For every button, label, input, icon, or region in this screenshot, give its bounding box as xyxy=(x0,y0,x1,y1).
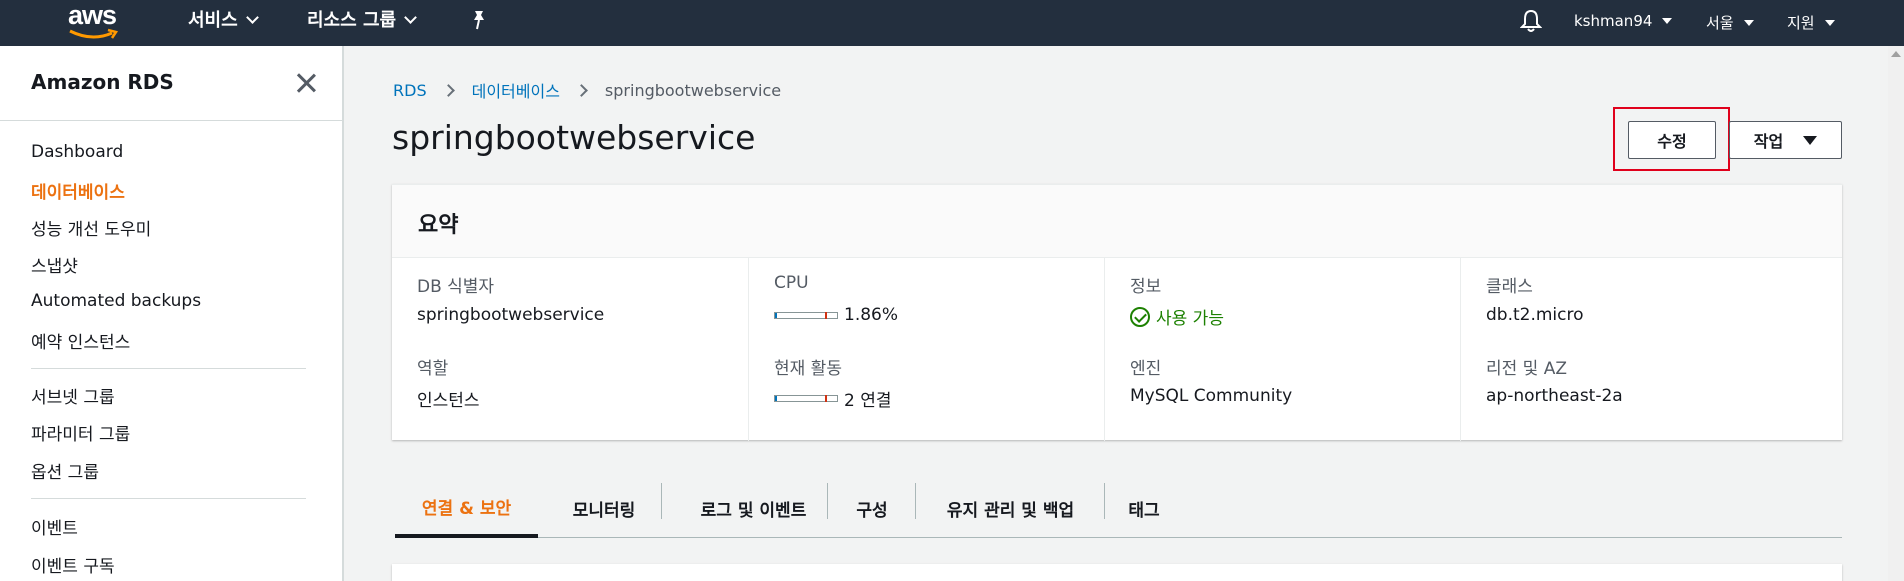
chevron-right-icon xyxy=(575,83,588,97)
tab-divider xyxy=(661,483,662,519)
summary-column-class: 클래스 db.t2.micro 리전 및 AZ ap-northeast-2a xyxy=(1460,258,1816,441)
tab-divider xyxy=(827,483,828,519)
sidebar: Amazon RDS Dashboard 데이터베이스 성능 개선 도우미 스냅… xyxy=(0,46,344,581)
summary-column-identity: DB 식별자 springbootwebservice 역할 인스턴스 xyxy=(392,258,748,441)
divider xyxy=(0,120,342,121)
chevron-right-icon xyxy=(441,83,455,97)
tab-logs-events[interactable]: 로그 및 이벤트 xyxy=(671,478,836,538)
services-menu[interactable]: 서비스 xyxy=(188,6,259,32)
divider xyxy=(31,368,306,369)
check-circle-icon xyxy=(1130,306,1150,327)
sidebar-item-dashboard[interactable]: Dashboard xyxy=(31,142,123,162)
sidebar-item-reserved-instances[interactable]: 예약 인스턴스 xyxy=(31,328,130,353)
scrollbar[interactable] xyxy=(1888,46,1904,581)
breadcrumb: RDS 데이터베이스 springbootwebservice xyxy=(393,78,781,102)
engine-label: 엔진 xyxy=(1130,359,1162,379)
engine-value: MySQL Community xyxy=(1130,386,1293,406)
summary-column-cpu: CPU 1.86% 현재 활동 2 연결 xyxy=(748,258,1104,441)
breadcrumb-rds[interactable]: RDS xyxy=(393,81,427,100)
activity-metric: 2 연결 xyxy=(774,386,892,411)
modify-button[interactable]: 수정 xyxy=(1628,121,1716,159)
scroll-up-icon[interactable] xyxy=(1891,51,1901,57)
sidebar-item-databases[interactable]: 데이터베이스 xyxy=(31,178,125,203)
services-label: 서비스 xyxy=(188,10,238,31)
activity-meter xyxy=(774,395,838,402)
divider xyxy=(31,498,306,499)
cpu-metric: 1.86% xyxy=(774,305,898,325)
modify-label: 수정 xyxy=(1657,132,1687,151)
sidebar-item-event-subscriptions[interactable]: 이벤트 구독 xyxy=(31,552,115,577)
cpu-value: 1.86% xyxy=(844,305,899,325)
current-activity-label: 현재 활동 xyxy=(774,359,842,379)
summary-column-status: 정보 사용 가능 엔진 MySQL Community xyxy=(1104,258,1460,441)
actions-label: 작업 xyxy=(1753,132,1784,151)
cpu-meter-threshold xyxy=(825,311,827,319)
status-value: 사용 가능 xyxy=(1156,309,1224,329)
top-navigation: aws 서비스 리소스 그룹 kshman94 서울 지원 xyxy=(0,0,1904,46)
user-menu[interactable]: kshman94 xyxy=(1574,12,1673,30)
cpu-label: CPU xyxy=(774,273,809,293)
tab-configuration[interactable]: 구성 xyxy=(828,478,916,538)
support-label: 지원 xyxy=(1787,14,1815,32)
sidebar-item-events[interactable]: 이벤트 xyxy=(31,514,78,539)
sidebar-item-performance-insights[interactable]: 성능 개선 도우미 xyxy=(31,215,151,240)
caret-down-icon xyxy=(1743,19,1754,26)
summary-card: 요약 DB 식별자 springbootwebservice 역할 인스턴스 C… xyxy=(392,184,1842,441)
db-identifier-label: DB 식별자 xyxy=(417,277,495,297)
tab-connectivity-security[interactable]: 연결 & 보안 xyxy=(395,478,538,538)
tab-maintenance-backups[interactable]: 유지 관리 및 백업 xyxy=(916,478,1105,538)
caret-down-icon xyxy=(1662,18,1673,24)
activity-meter-fill xyxy=(775,396,777,401)
connectivity-panel xyxy=(392,564,1842,581)
pin-icon[interactable] xyxy=(470,10,488,30)
summary-header: 요약 xyxy=(392,185,1842,258)
activity-meter-threshold xyxy=(825,395,827,402)
close-icon[interactable] xyxy=(295,72,317,94)
sidebar-title: Amazon RDS xyxy=(31,70,174,94)
resource-groups-label: 리소스 그룹 xyxy=(307,10,397,31)
cpu-meter-fill xyxy=(775,312,777,318)
region-az-label: 리전 및 AZ xyxy=(1486,359,1568,379)
tab-divider xyxy=(1104,483,1105,519)
status-label: 정보 xyxy=(1130,277,1162,297)
sidebar-item-snapshots[interactable]: 스냅샷 xyxy=(31,252,78,277)
status-value-row: 사용 가능 xyxy=(1130,304,1224,329)
caret-down-icon xyxy=(1824,19,1835,26)
sidebar-item-parameter-groups[interactable]: 파라미터 그룹 xyxy=(31,420,130,445)
sidebar-item-option-groups[interactable]: 옵션 그룹 xyxy=(31,458,99,483)
tab-tags[interactable]: 태그 xyxy=(1100,478,1188,538)
role-label: 역할 xyxy=(417,359,449,379)
page-title: springbootwebservice xyxy=(392,118,756,157)
current-activity-value: 2 연결 xyxy=(844,391,892,411)
breadcrumb-current: springbootwebservice xyxy=(604,80,782,100)
aws-smile-icon xyxy=(69,28,119,39)
caret-down-icon xyxy=(1803,135,1818,145)
sidebar-item-automated-backups[interactable]: Automated backups xyxy=(31,291,201,311)
db-identifier-value: springbootwebservice xyxy=(417,305,605,325)
actions-button[interactable]: 작업 xyxy=(1729,121,1842,159)
class-value: db.t2.micro xyxy=(1486,305,1584,325)
summary-title: 요약 xyxy=(418,213,459,238)
breadcrumb-databases[interactable]: 데이터베이스 xyxy=(472,78,560,102)
region-label: 서울 xyxy=(1706,14,1734,32)
region-menu[interactable]: 서울 xyxy=(1706,12,1754,33)
chevron-down-icon xyxy=(404,11,417,24)
aws-logo-text: aws xyxy=(68,0,117,30)
detail-tabs: 연결 & 보안 모니터링 로그 및 이벤트 구성 유지 관리 및 백업 태그 xyxy=(395,478,1842,538)
region-az-value: ap-northeast-2a xyxy=(1486,386,1623,406)
chevron-down-icon xyxy=(245,11,259,24)
tab-monitoring[interactable]: 모니터링 xyxy=(538,478,670,538)
aws-logo[interactable]: aws xyxy=(62,0,122,46)
sidebar-item-subnet-groups[interactable]: 서브넷 그룹 xyxy=(31,383,115,408)
support-menu[interactable]: 지원 xyxy=(1787,12,1835,33)
user-name: kshman94 xyxy=(1574,12,1653,30)
tab-divider xyxy=(915,483,916,519)
bell-icon[interactable] xyxy=(1520,9,1542,33)
resource-groups-menu[interactable]: 리소스 그룹 xyxy=(307,6,417,32)
role-value: 인스턴스 xyxy=(417,391,480,411)
class-label: 클래스 xyxy=(1486,277,1533,297)
cpu-meter xyxy=(774,311,838,319)
